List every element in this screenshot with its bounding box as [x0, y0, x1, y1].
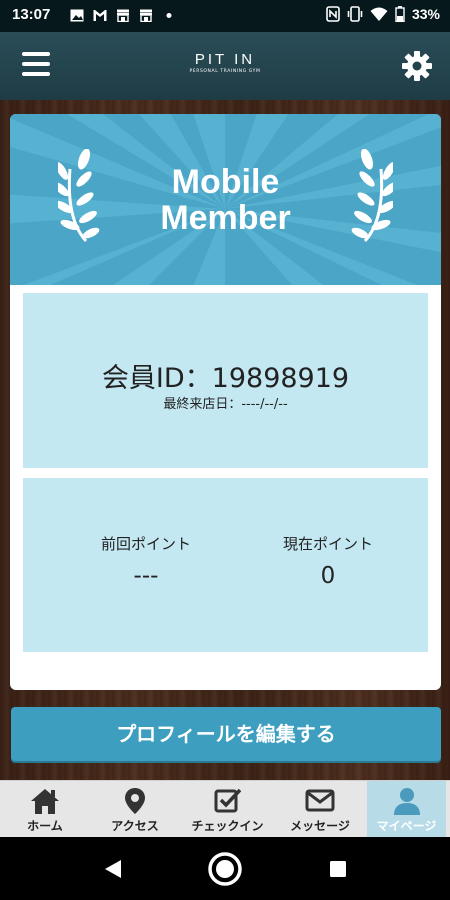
- app-header: PIT IN PERSONAL TRAINING GYM: [0, 32, 450, 100]
- checkbox-icon: [214, 788, 241, 813]
- nav-label-access: アクセス: [111, 819, 159, 833]
- status-right: 33%: [326, 6, 440, 22]
- member-id-panel: 会員ID：19898919 最終来店日：----/--/--: [23, 293, 428, 468]
- nav-label-home: ホーム: [27, 819, 63, 833]
- home-icon: [31, 789, 59, 814]
- current-points-label: 現在ポイント: [282, 535, 373, 553]
- bottom-nav: ホーム アクセス チェックイン メッセージ マイページ: [0, 780, 450, 838]
- nav-item-message[interactable]: メッセージ: [275, 781, 365, 838]
- map-pin-icon: [125, 788, 145, 814]
- nav-label-mypage: マイページ: [376, 819, 437, 833]
- nfc-icon: [326, 6, 340, 22]
- banner-title-line1: Mobile: [171, 163, 280, 201]
- dot-icon: [166, 13, 172, 18]
- nav-label-checkin: チェックイン: [191, 819, 264, 833]
- gear-icon[interactable]: [401, 50, 433, 82]
- logo-main: PIT IN: [194, 51, 256, 68]
- banner-title: Mobile Member: [10, 164, 441, 236]
- previous-points-value: ---: [133, 563, 159, 589]
- banner-title-line2: Member: [160, 199, 291, 237]
- store-icon: [117, 9, 129, 22]
- image-icon: [70, 9, 84, 22]
- last-visit-date: 最終来店日：----/--/--: [163, 397, 288, 412]
- notification-icons: [70, 9, 176, 22]
- gmail-icon: [93, 10, 107, 21]
- nav-item-home[interactable]: ホーム: [0, 781, 90, 838]
- edit-profile-button[interactable]: プロフィールを編集する: [11, 707, 441, 761]
- nav-item-checkin[interactable]: チェックイン: [180, 781, 275, 838]
- back-icon[interactable]: [104, 859, 122, 879]
- user-icon: [393, 788, 420, 815]
- nav-item-mypage[interactable]: マイページ: [367, 781, 446, 838]
- android-navigation-bar: [0, 837, 450, 900]
- logo-sub: PERSONAL TRAINING GYM: [189, 69, 261, 74]
- vibrate-icon: [347, 6, 363, 22]
- points-panel: 前回ポイント --- 現在ポイント 0: [23, 478, 428, 652]
- nav-label-message: メッセージ: [290, 819, 350, 833]
- battery-percent: 33%: [411, 6, 440, 22]
- status-time: 13:07: [12, 6, 51, 23]
- home-circle-icon[interactable]: [207, 851, 243, 887]
- member-id: 会員ID：19898919: [101, 363, 350, 394]
- current-points-value: 0: [320, 563, 336, 589]
- battery-icon: [395, 6, 405, 22]
- recent-apps-icon[interactable]: [329, 860, 347, 878]
- status-bar: 13:07 33%: [0, 0, 450, 32]
- app-logo: PIT IN PERSONAL TRAINING GYM: [175, 52, 275, 74]
- previous-points-label: 前回ポイント: [100, 535, 191, 553]
- member-card: Mobile Member 会員ID：19898919 最終来店日：----/-…: [10, 114, 441, 690]
- hamburger-menu-icon[interactable]: [22, 52, 50, 78]
- nav-item-access[interactable]: アクセス: [90, 781, 180, 838]
- mobile-member-banner: Mobile Member: [10, 114, 441, 285]
- wifi-icon: [370, 7, 388, 21]
- store-icon: [140, 9, 152, 22]
- envelope-icon: [305, 789, 335, 812]
